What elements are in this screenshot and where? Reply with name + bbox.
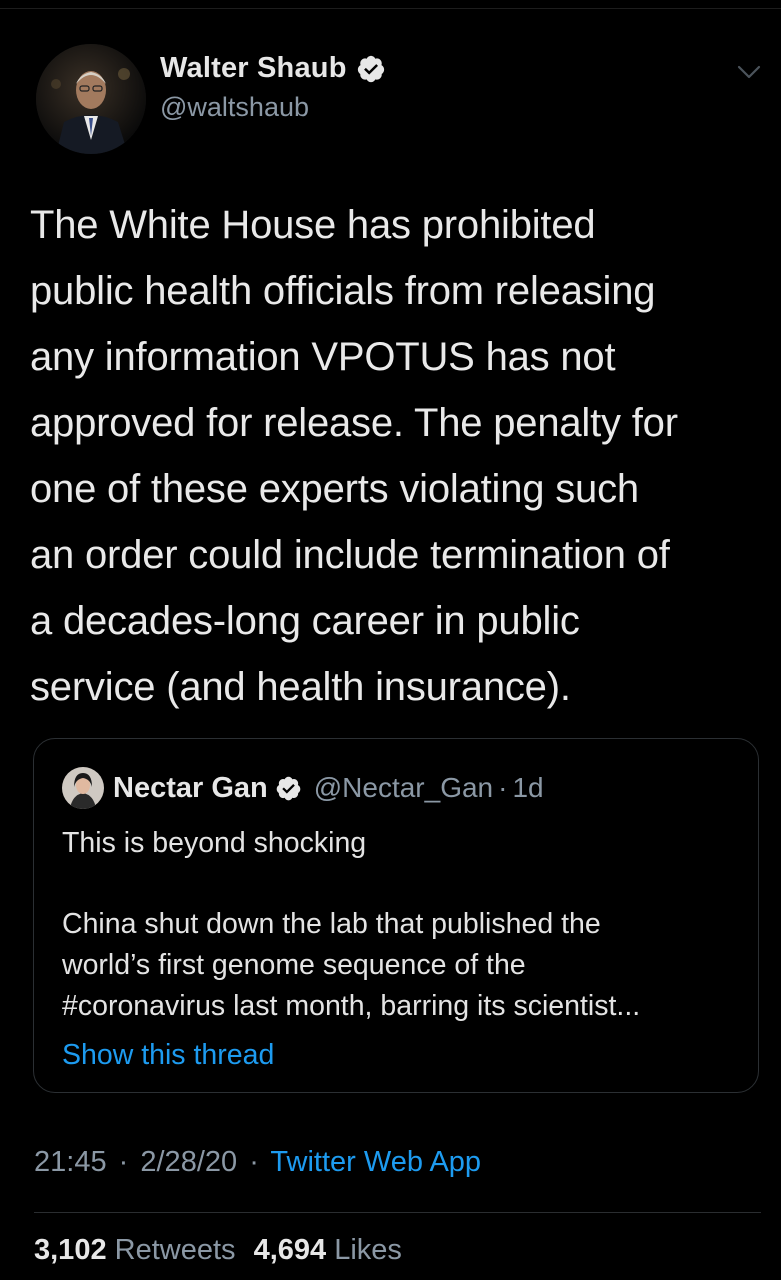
quoted-author-display-name[interactable]: Nectar Gan <box>113 772 268 805</box>
meta-separator: · <box>498 772 508 803</box>
show-thread-link[interactable]: Show this thread <box>62 1039 274 1072</box>
tweet-header: Walter Shaub @waltshaub <box>0 0 781 160</box>
tweet-text-line: an order could include termination of <box>30 533 670 577</box>
tweet-text-line: a decades-long career in public <box>30 599 580 643</box>
meta-separator: · <box>118 1146 129 1178</box>
quoted-author-avatar[interactable] <box>62 767 104 809</box>
likes-count[interactable]: 4,694 <box>254 1234 327 1266</box>
tweet-text: The White House has prohibited public he… <box>30 192 760 720</box>
tweet-detail-page: Walter Shaub @waltshaub The White House … <box>0 0 781 1280</box>
author-display-name[interactable]: Walter Shaub <box>160 52 347 85</box>
quoted-tweet-line: This is beyond shocking <box>62 827 367 859</box>
tweet-date[interactable]: 2/28/20 <box>140 1146 237 1178</box>
meta-separator: · <box>249 1146 259 1178</box>
tweet-time[interactable]: 21:45 <box>34 1146 107 1178</box>
quoted-tweet-line: #coronavirus last month, barring its sci… <box>62 990 641 1022</box>
quoted-author-handle[interactable]: @Nectar_Gan <box>314 772 493 804</box>
quoted-tweet-line: China shut down the lab that published t… <box>62 908 601 940</box>
tweet-text-line: service (and health insurance). <box>30 665 571 709</box>
author-handle[interactable]: @waltshaub <box>160 92 309 123</box>
tweet-text-line: one of these experts violating such <box>30 467 639 511</box>
author-avatar[interactable] <box>36 44 146 154</box>
verified-badge-icon <box>357 55 384 82</box>
verified-badge-icon <box>276 776 301 800</box>
chevron-down-icon[interactable] <box>734 60 764 84</box>
quoted-tweet-text: This is beyond shocking China shut down … <box>62 823 742 1027</box>
tweet-text-line: public health officials from releasing <box>30 269 656 313</box>
tweet-text-line: any information VPOTUS has not <box>30 335 616 379</box>
retweets-count[interactable]: 3,102 <box>34 1234 107 1266</box>
tweet-text-line: The White House has prohibited <box>30 203 596 247</box>
tweet-source-link[interactable]: Twitter Web App <box>270 1146 481 1178</box>
quoted-tweet-card[interactable]: Nectar Gan @Nectar_Gan · 1d This is beyo… <box>33 738 759 1093</box>
tweet-timestamp-row: 21:45 · 2/28/20 · Twitter Web App <box>34 1146 481 1179</box>
quoted-tweet-line: world’s first genome sequence of the <box>62 949 526 981</box>
stats-divider <box>34 1212 761 1213</box>
tweet-stats: 3,102 Retweets 4,694 Likes <box>34 1234 402 1267</box>
retweets-label[interactable]: Retweets <box>115 1234 236 1266</box>
likes-label[interactable]: Likes <box>334 1234 402 1266</box>
quoted-tweet-age[interactable]: 1d <box>512 772 543 804</box>
tweet-text-line: approved for release. The penalty for <box>30 401 678 445</box>
quoted-tweet-header: Nectar Gan @Nectar_Gan · 1d <box>62 767 544 809</box>
